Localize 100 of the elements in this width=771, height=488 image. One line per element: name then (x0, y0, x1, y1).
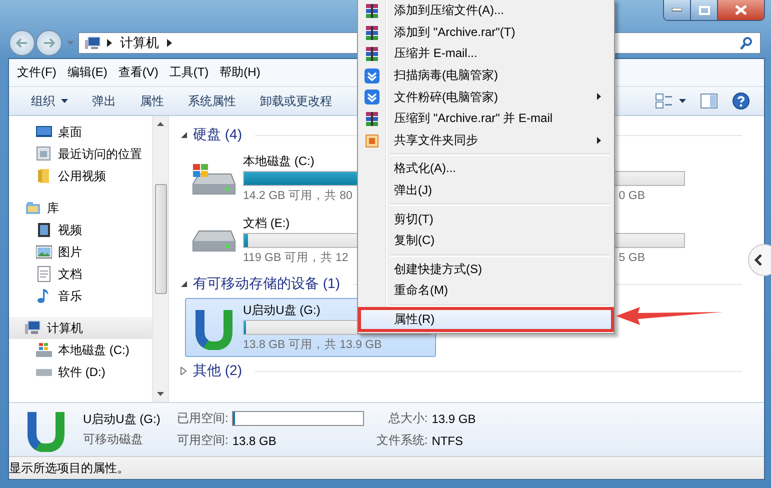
sidebar-item[interactable]: 库 (9, 197, 152, 219)
free-space-text: 13.8 GB 可用，共 13.9 GB (243, 338, 382, 353)
context-menu-item[interactable]: 复制(C) (360, 230, 612, 252)
context-menu-item[interactable]: 扫描病毒(电脑管家) (360, 64, 612, 86)
forward-arrow-icon (43, 38, 55, 48)
desktop-icon (36, 124, 52, 140)
free-space-text: 5 GB (618, 251, 645, 266)
expanded-arrow-icon[interactable] (180, 131, 188, 139)
help-button[interactable] (732, 92, 750, 110)
context-menu-item[interactable]: 文件粉碎(电脑管家) (360, 86, 612, 108)
sync-folder-icon (364, 132, 380, 149)
sidebar-item[interactable]: 软件 (D:) (9, 361, 152, 383)
drive-name: 文档 (E:) (243, 215, 290, 231)
computer-icon (85, 36, 101, 50)
system-drive-icon (36, 342, 52, 358)
document-icon (36, 266, 52, 282)
property-value: 13.8 GB (232, 434, 276, 448)
sidebar-item[interactable]: 本地磁盘 (C:) (9, 339, 152, 361)
context-menu-item[interactable]: 压缩到 "Archive.rar" 并 E-mail (360, 108, 612, 130)
shield-icon (364, 89, 380, 106)
group-heading: 有可移动存储的设备 (1) (193, 275, 340, 293)
context-menu-item[interactable]: 创建快捷方式(S) (360, 258, 612, 280)
menu-item[interactable]: 工具(T) (165, 64, 216, 81)
context-menu-item[interactable]: 添加到压缩文件(A)... (360, 0, 612, 22)
folder-icon (36, 168, 52, 184)
sidebar-item[interactable]: 桌面 (9, 121, 152, 143)
maximize-button[interactable] (691, 0, 718, 20)
caret-icon (679, 99, 686, 103)
preview-pane-button[interactable] (700, 93, 718, 109)
menu-item[interactable]: 编辑(E) (63, 64, 114, 81)
drive-name: U启动U盘 (G:) (243, 302, 320, 318)
view-list-icon (655, 93, 673, 109)
collapse-pane-button[interactable] (748, 244, 771, 276)
picture-icon (36, 244, 52, 260)
minimize-icon (672, 8, 682, 12)
collapsed-arrow-icon[interactable] (180, 367, 188, 375)
property-label: 可用空间: (177, 432, 228, 449)
library-folder-icon (25, 200, 41, 216)
property-label: 已用空间: (177, 410, 228, 427)
property-label: 总大小: (388, 410, 428, 427)
hard-drive-icon (192, 230, 236, 252)
close-button[interactable] (718, 0, 764, 20)
menu-item[interactable]: 文件(F) (13, 64, 64, 81)
toolbar-button[interactable]: 系统属性 (176, 92, 248, 110)
submenu-arrow-icon (597, 93, 601, 100)
context-menu-item[interactable]: 格式化(A)... (360, 158, 612, 180)
toolbar-button[interactable]: 属性 (128, 92, 176, 110)
drive-name: 本地磁盘 (C:) (243, 153, 314, 169)
breadcrumb-chevron-icon[interactable] (167, 39, 172, 47)
menu-item[interactable]: 查看(V) (114, 64, 166, 81)
scrollbar-thumb[interactable] (154, 184, 166, 294)
recent-places-icon (36, 146, 52, 162)
view-options-button[interactable] (655, 93, 686, 109)
help-icon (732, 92, 750, 110)
sidebar-item[interactable]: 音乐 (9, 285, 152, 307)
context-menu-item[interactable]: 共享文件夹同步 (360, 130, 612, 152)
menu-item[interactable]: 帮助(H) (216, 64, 268, 81)
breadcrumb-chevron-icon[interactable] (107, 39, 112, 47)
sidebar-item[interactable]: 公用视频 (9, 165, 152, 187)
context-menu-item[interactable]: 剪切(T) (360, 208, 612, 230)
breadcrumb-item[interactable]: 计算机 (118, 34, 161, 52)
drive-name: U启动U盘 (G:) (83, 411, 160, 428)
sidebar-item[interactable]: 视频 (9, 219, 152, 241)
book-stack-icon (364, 3, 380, 19)
free-space-text: 14.2 GB 可用，共 80 (243, 188, 352, 204)
computer-icon (25, 320, 41, 336)
context-menu-item[interactable]: 属性(R) (360, 308, 612, 330)
free-space-text: 0 GB (618, 189, 645, 204)
expanded-arrow-icon[interactable] (180, 280, 188, 288)
scrollbar[interactable] (152, 116, 168, 402)
film-icon (36, 222, 52, 238)
toolbar-button[interactable]: 卸载或更改程 (248, 92, 344, 110)
scroll-up-icon[interactable] (157, 122, 164, 126)
caret-icon (61, 99, 68, 103)
sidebar-item[interactable]: 最近访问的位置 (9, 143, 152, 165)
sidebar-item[interactable]: 文档 (9, 263, 152, 285)
minimize-button[interactable] (664, 0, 691, 20)
book-stack-icon (364, 110, 380, 127)
chevron-left-icon (754, 254, 762, 266)
context-menu-item[interactable]: 弹出(J) (360, 180, 612, 202)
status-bar: 显示所选项目的属性。 (9, 456, 764, 479)
property-label: 文件系统: (376, 432, 428, 449)
submenu-arrow-icon (597, 136, 601, 144)
back-button[interactable] (9, 30, 35, 56)
preview-pane-icon (700, 93, 718, 109)
shield-icon (364, 68, 380, 84)
toolbar-button[interactable]: 组织 (19, 92, 80, 110)
toolbar-button[interactable]: 弹出 (80, 92, 128, 110)
close-icon (735, 5, 747, 15)
group-heading: 硬盘 (4) (193, 126, 242, 144)
forward-button[interactable] (36, 30, 62, 56)
drive-type: 可移动磁盘 (83, 431, 143, 448)
system-drive-icon (192, 162, 236, 194)
scroll-down-icon[interactable] (157, 392, 164, 396)
search-icon (740, 36, 752, 50)
property-value: 13.9 GB (432, 412, 476, 426)
group-heading: 其他 (2) (193, 362, 242, 380)
sidebar-item[interactable]: 图片 (9, 241, 152, 263)
sidebar-item[interactable]: 计算机 (9, 317, 152, 339)
back-arrow-icon (16, 38, 28, 48)
